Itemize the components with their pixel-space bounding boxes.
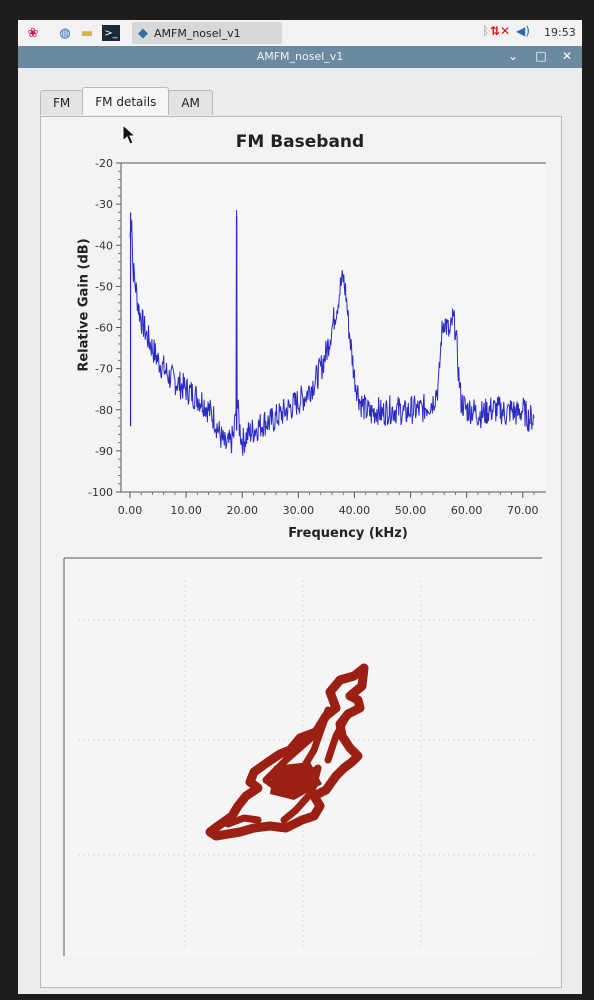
fm-baseband-plot[interactable]: -20 -30 -40 -50 -60 -70 -80 -90 -100 0.00 10.00 20.… (18, 20, 582, 994)
y-tick-label: -30 (95, 198, 113, 211)
y-tick-label: -40 (95, 239, 113, 252)
y-tick-label: -50 (95, 280, 113, 293)
mouse-cursor-icon (122, 124, 137, 145)
x-tick-label: 30.00 (283, 504, 315, 517)
y-tick-label: -70 (95, 363, 113, 376)
plot-area (121, 163, 546, 492)
x-tick-label: 60.00 (451, 504, 483, 517)
x-tick-label: 40.00 (339, 504, 371, 517)
y-tick-label: -100 (88, 486, 113, 499)
x-tick-label: 50.00 (395, 504, 427, 517)
y-tick-label: -90 (95, 445, 113, 458)
x-tick-label: 70.00 (507, 504, 539, 517)
screen: ❀ ◍ ▬ >_ ◆ AMFM_nosel_v1 ᛒ ⇅✕ ◀) 19:53 A… (18, 20, 582, 994)
x-tick-label: 0.00 (118, 504, 143, 517)
y-tick-label: -60 (95, 322, 113, 335)
x-tick-label: 20.00 (226, 504, 258, 517)
y-tick-label: -20 (95, 157, 113, 170)
x-tick-label: 10.00 (170, 504, 202, 517)
y-tick-label: -80 (95, 404, 113, 417)
